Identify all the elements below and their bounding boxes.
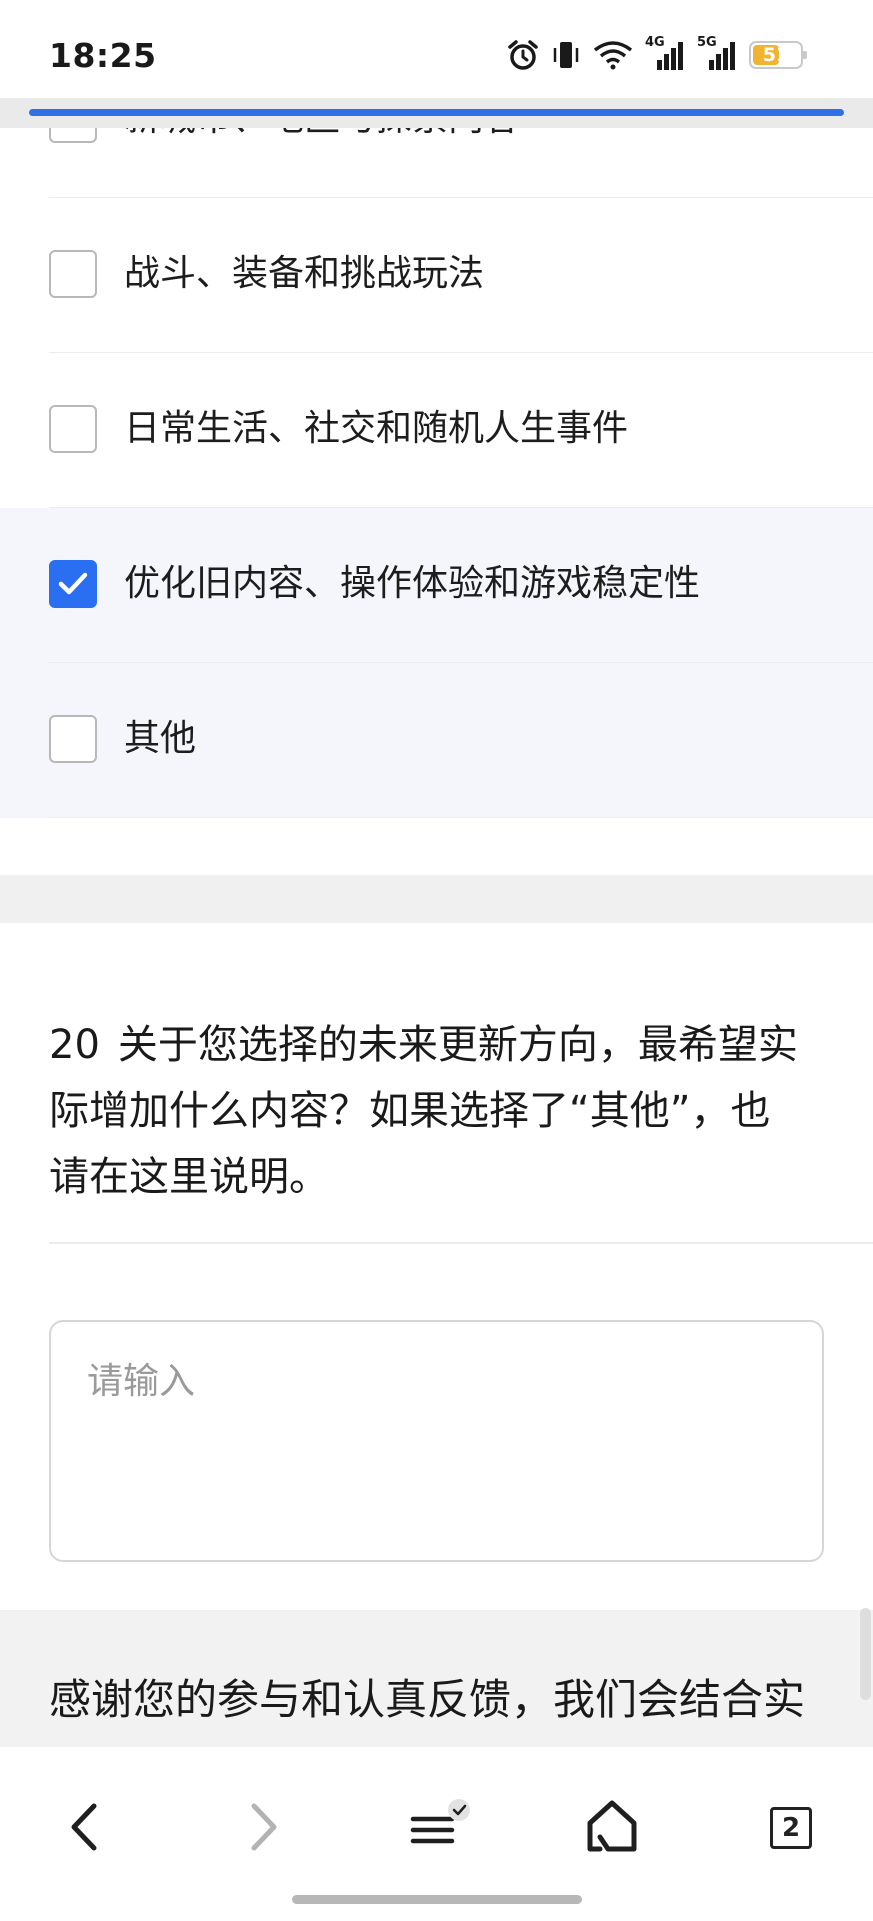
signal-5g-icon: 5G (697, 35, 737, 72)
checkmark-icon (58, 572, 88, 595)
tabs-icon: 2 (757, 1793, 825, 1861)
battery-level: 51 (762, 44, 790, 66)
forward-icon (251, 1803, 277, 1851)
home-icon (587, 1800, 637, 1852)
back-icon (71, 1803, 97, 1851)
status-icons: 4G 5G 51 (507, 35, 807, 72)
menu-button[interactable] (397, 1787, 477, 1867)
option-row[interactable]: 其他 (0, 663, 873, 818)
wifi-icon (593, 40, 633, 70)
thanks-section: 感谢您的参与和认真反馈，我们会结合实际体验人数和具体建议整理本次调查 (0, 1610, 873, 1746)
web-page[interactable]: 新城市、地区与探索内容 战斗、装备和挑战玩法 日常生活、社交和随机人生事件 优化… (0, 98, 873, 1746)
answer-textarea[interactable]: 请输入 (49, 1320, 824, 1562)
divider (49, 1242, 873, 1244)
option-checkbox-checked[interactable] (49, 560, 97, 608)
back-button[interactable] (44, 1787, 124, 1867)
question-title: 20 关于您选择的未来更新方向，最希望实际增加什么内容？如果选择了“其他”，也请在… (49, 1012, 799, 1210)
option-row[interactable]: 日常生活、社交和随机人生事件 (0, 353, 873, 508)
battery-tip (803, 51, 807, 59)
forward-button[interactable] (224, 1787, 304, 1867)
loading-progress-bar (29, 109, 844, 116)
battery-icon: 51 (749, 41, 807, 69)
section-separator (0, 875, 873, 923)
tab-count: 2 (770, 1807, 812, 1849)
option-label: 战斗、装备和挑战玩法 (124, 253, 485, 294)
tabs-button[interactable]: 2 (751, 1787, 831, 1867)
thanks-text: 感谢您的参与和认真反馈，我们会结合实际体验人数和具体建议整理本次调查 (49, 1675, 806, 1724)
browser-bottom-nav: 2 (0, 1746, 873, 1921)
status-bar: 18:25 4G 5G 51 (0, 0, 873, 98)
option-checkbox[interactable] (49, 715, 97, 763)
option-checkbox[interactable] (49, 405, 97, 453)
option-label: 优化旧内容、操作体验和游戏稳定性 (124, 563, 701, 604)
scrollbar[interactable] (860, 1608, 871, 1700)
menu-icon (410, 1799, 470, 1844)
option-row[interactable]: 战斗、装备和挑战玩法 (0, 198, 873, 353)
divider (49, 816, 873, 818)
question-text: 关于您选择的未来更新方向，最希望实际增加什么内容？如果选择了“其他”，也请在这里… (49, 1022, 798, 1200)
option-label: 日常生活、社交和随机人生事件 (124, 408, 629, 449)
option-row-selected[interactable]: 优化旧内容、操作体验和游戏稳定性 (0, 508, 873, 663)
vibrate-icon (551, 39, 581, 71)
loading-bar-track (0, 98, 873, 128)
option-label: 其他 (124, 718, 197, 759)
signal-4g-icon: 4G (645, 35, 685, 72)
question-number: 20 (49, 1022, 100, 1068)
home-indicator[interactable] (292, 1895, 582, 1904)
home-button[interactable] (572, 1787, 652, 1867)
answer-placeholder: 请输入 (87, 1361, 196, 1402)
option-checkbox[interactable] (49, 250, 97, 298)
status-time: 18:25 (49, 36, 157, 75)
alarm-icon (507, 39, 539, 71)
